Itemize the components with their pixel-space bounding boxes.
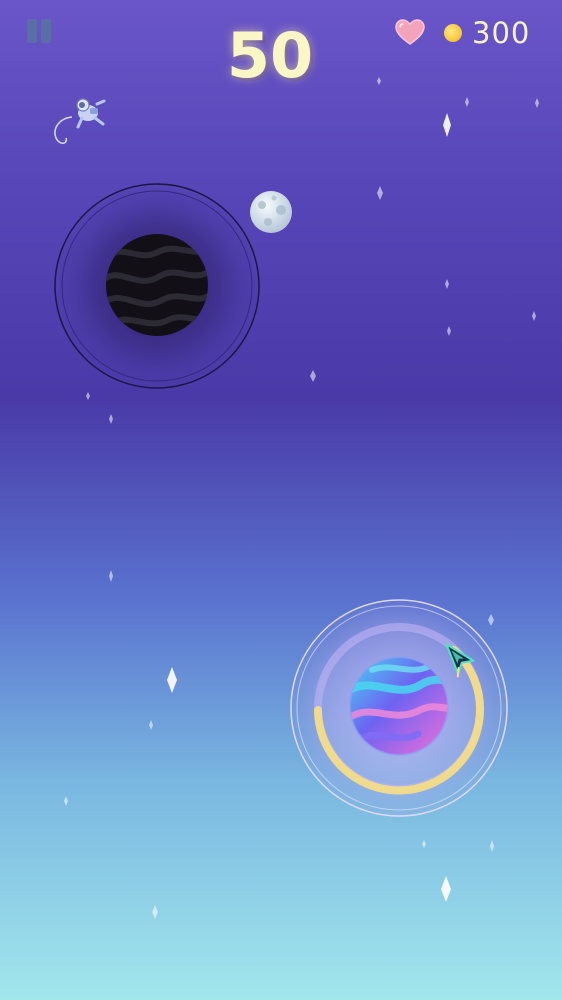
heart-icon	[395, 19, 425, 45]
pause-icon-bar-left	[27, 19, 37, 43]
coin-icon	[444, 24, 462, 42]
hud-bar: 50 300	[0, 0, 562, 92]
black-hole	[54, 183, 260, 389]
astronaut-sprite	[54, 98, 106, 145]
home-planet	[290, 599, 508, 817]
pause-icon-bar-right	[41, 19, 51, 43]
coin-count: 300	[472, 16, 531, 50]
pause-button[interactable]	[27, 19, 51, 43]
space-scene	[54, 77, 539, 919]
moon-planet	[250, 191, 292, 233]
score-counter: 50	[226, 19, 314, 92]
